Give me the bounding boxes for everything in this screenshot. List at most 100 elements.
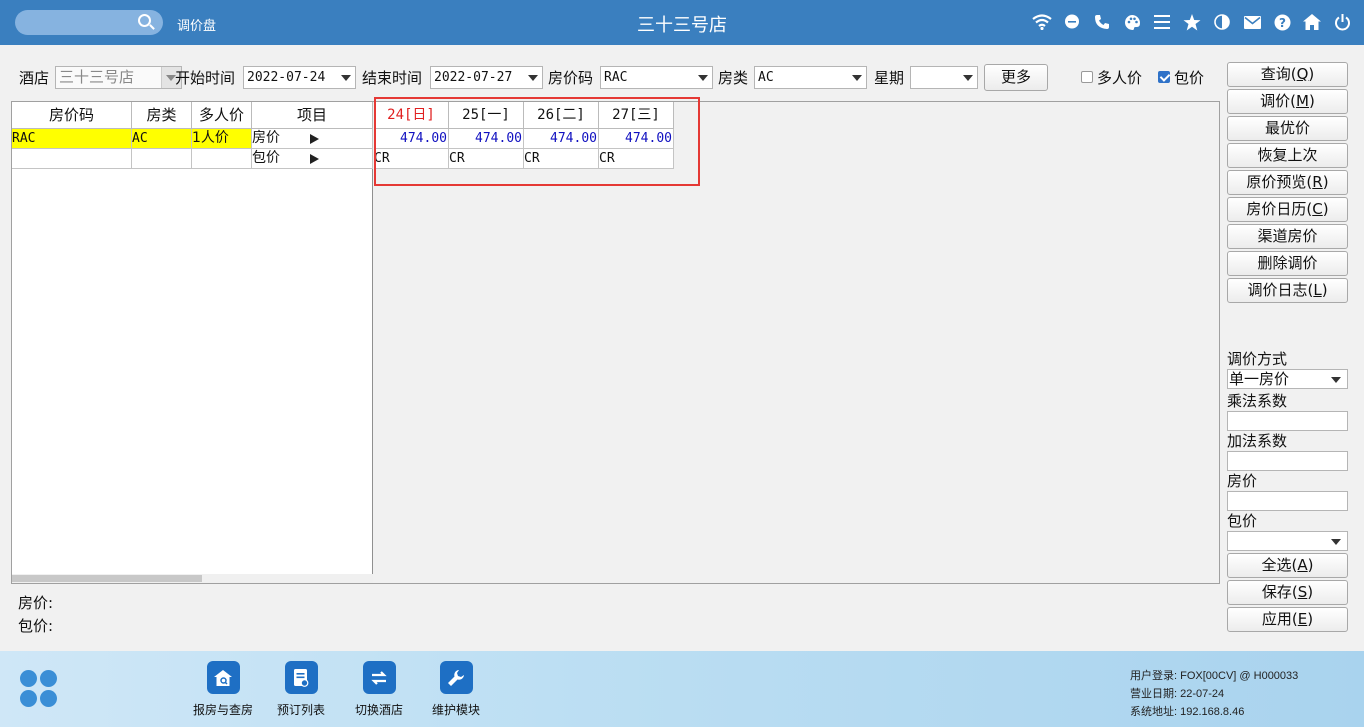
cell-rate-code-empty xyxy=(12,149,132,169)
package-select[interactable] xyxy=(1227,531,1348,551)
adjust-log-button[interactable]: 调价日志(L) xyxy=(1227,278,1348,303)
header-multi-price[interactable]: 多人价 xyxy=(192,102,252,129)
end-date-picker[interactable]: 2022-07-27 xyxy=(430,66,543,89)
hotel-label: 酒店 xyxy=(19,69,50,87)
adjust-price-button[interactable]: 调价(M) xyxy=(1227,89,1348,114)
adjust-method-label: 调价方式 xyxy=(1227,350,1288,368)
original-price-preview-button[interactable]: 原价预览(R) xyxy=(1227,170,1348,195)
power-icon[interactable] xyxy=(1332,11,1352,33)
room-status-button[interactable]: 报房与查房 xyxy=(187,661,259,718)
home-icon[interactable] xyxy=(1302,11,1322,33)
room-price-label: 房价 xyxy=(1227,472,1258,490)
price-cell[interactable]: 474.00 xyxy=(449,129,524,149)
package-cell[interactable]: CR xyxy=(599,149,674,169)
document-icon xyxy=(284,661,318,694)
filter-bar: 酒店 三十三号店 开始时间 2022-07-24 结束时间 2022-07-27… xyxy=(12,62,1222,92)
mail-icon[interactable] xyxy=(1242,11,1262,33)
end-date-value: 2022-07-27 xyxy=(434,70,513,85)
reservation-list-button[interactable]: 预订列表 xyxy=(265,661,337,718)
date-header[interactable]: 26[二] xyxy=(524,102,599,129)
switch-hotel-button[interactable]: 切换酒店 xyxy=(343,661,415,718)
menu-icon[interactable] xyxy=(1152,11,1172,33)
query-button[interactable]: 查询(Q) xyxy=(1227,62,1348,87)
system-address-info: 系统地址: 192.168.8.46 xyxy=(1130,706,1245,718)
more-button[interactable]: 更多 xyxy=(984,64,1048,91)
footer-bar: 报房与查房 预订列表 切换酒店 维护模块 用户登录: FOX[00CV] @ H… xyxy=(0,651,1364,727)
chevron-down-icon[interactable] xyxy=(698,75,708,81)
cell-item-room-price[interactable]: 房价 xyxy=(252,129,373,149)
delete-adjustment-button[interactable]: 删除调价 xyxy=(1227,251,1348,276)
title-bar: 调价盘 三十三号店 ? xyxy=(0,0,1364,45)
horizontal-scrollbar[interactable] xyxy=(12,574,373,583)
chevron-down-icon[interactable] xyxy=(852,75,862,81)
help-icon[interactable]: ? xyxy=(1272,11,1292,33)
header-item[interactable]: 项目 xyxy=(252,102,373,129)
chevron-down-icon[interactable] xyxy=(1331,539,1341,545)
maintenance-button[interactable]: 维护模块 xyxy=(420,661,492,718)
svg-text:?: ? xyxy=(1279,16,1286,30)
chevron-down-icon[interactable] xyxy=(1331,377,1341,383)
multi-price-checkbox[interactable] xyxy=(1081,71,1093,83)
restore-last-button[interactable]: 恢复上次 xyxy=(1227,143,1348,168)
room-type-label: 房类 xyxy=(718,69,749,87)
package-cell[interactable]: CR xyxy=(449,149,524,169)
palette-icon[interactable] xyxy=(1122,11,1142,33)
price-cell[interactable]: 474.00 xyxy=(599,129,674,149)
multiplier-input[interactable] xyxy=(1227,411,1348,431)
item-room-price-label: 房价 xyxy=(252,130,280,146)
room-type-value: AC xyxy=(758,70,774,85)
price-calendar-button[interactable]: 房价日历(C) xyxy=(1227,197,1348,222)
best-price-button[interactable]: 最优价 xyxy=(1227,116,1348,141)
top-toolbar: ? xyxy=(1032,11,1352,33)
weekday-select[interactable] xyxy=(910,66,978,89)
chevron-down-icon[interactable] xyxy=(528,75,538,81)
date-header[interactable]: 27[三] xyxy=(599,102,674,129)
package-checkbox[interactable] xyxy=(1158,71,1170,83)
chevron-down-icon[interactable] xyxy=(963,75,973,81)
cell-rate-code[interactable]: RAC xyxy=(12,129,132,149)
rate-code-select[interactable]: RAC xyxy=(600,66,713,89)
addend-label: 加法系数 xyxy=(1227,432,1288,450)
room-price-input[interactable] xyxy=(1227,491,1348,511)
adjust-method-select[interactable]: 单一房价 xyxy=(1227,369,1348,389)
addend-input[interactable] xyxy=(1227,451,1348,471)
cell-item-package[interactable]: 包价 xyxy=(252,149,373,169)
channel-price-button[interactable]: 渠道房价 xyxy=(1227,224,1348,249)
wifi-icon[interactable] xyxy=(1032,11,1052,33)
cell-multi-price[interactable]: 1人价 xyxy=(192,129,252,149)
package-cell[interactable]: CR xyxy=(524,149,599,169)
chat-icon[interactable] xyxy=(1062,11,1082,33)
room-type-select[interactable]: AC xyxy=(754,66,867,89)
scrollbar-thumb[interactable] xyxy=(12,575,202,582)
expand-arrow-icon[interactable] xyxy=(310,134,319,144)
start-date-picker[interactable]: 2022-07-24 xyxy=(243,66,356,89)
date-header[interactable]: 24[日] xyxy=(374,102,449,129)
maintenance-label: 维护模块 xyxy=(431,703,480,717)
price-cell[interactable]: 474.00 xyxy=(524,129,599,149)
search-input[interactable] xyxy=(15,10,163,35)
apply-button[interactable]: 应用(E) xyxy=(1227,607,1348,632)
adjust-method-value: 单一房价 xyxy=(1229,370,1290,388)
expand-arrow-icon[interactable] xyxy=(310,154,319,164)
star-icon[interactable] xyxy=(1182,11,1202,33)
date-header[interactable]: 25[一] xyxy=(449,102,524,129)
select-all-button[interactable]: 全选(A) xyxy=(1227,553,1348,578)
search-icon[interactable] xyxy=(138,14,151,27)
header-room-type[interactable]: 房类 xyxy=(132,102,192,129)
hotel-select: 三十三号店 xyxy=(55,66,182,89)
switch-hotel-label: 切换酒店 xyxy=(354,703,403,717)
house-search-icon xyxy=(206,661,240,694)
cell-room-type[interactable]: AC xyxy=(132,129,192,149)
price-cell[interactable]: 474.00 xyxy=(374,129,449,149)
save-button[interactable]: 保存(S) xyxy=(1227,580,1348,605)
rate-grid: 房价码 房类 多人价 项目 RAC AC 1人价 房价 包价 24[日] 25[… xyxy=(11,101,1220,584)
start-time-label: 开始时间 xyxy=(175,69,236,87)
package-label: 包价 xyxy=(1174,69,1205,87)
header-rate-code[interactable]: 房价码 xyxy=(12,102,132,129)
phone-icon[interactable] xyxy=(1092,11,1112,33)
theme-icon[interactable] xyxy=(1212,11,1232,33)
package-cell[interactable]: CR xyxy=(374,149,449,169)
date-price-table: 24[日] 25[一] 26[二] 27[三] 474.00 474.00 47… xyxy=(374,102,1219,583)
item-package-label: 包价 xyxy=(252,150,280,166)
chevron-down-icon[interactable] xyxy=(341,75,351,81)
